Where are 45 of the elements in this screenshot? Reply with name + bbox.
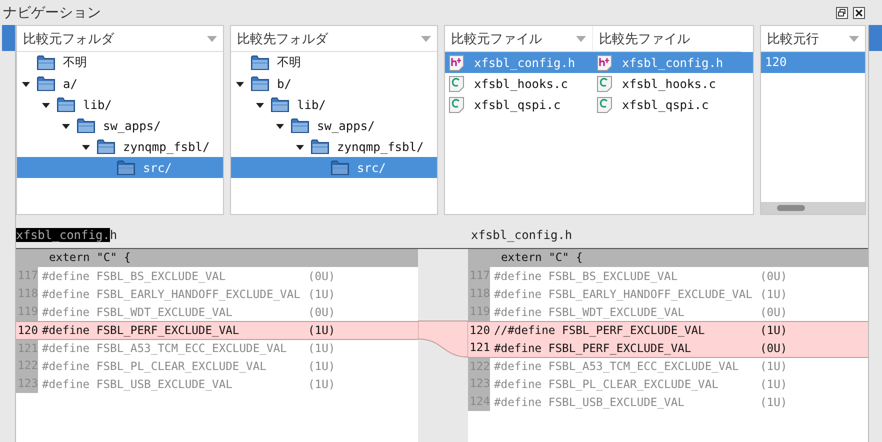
folder-icon: [311, 139, 329, 154]
file-name: xfsbl_config.h: [471, 228, 572, 242]
close-icon[interactable]: [853, 6, 865, 18]
header-file-icon: [597, 54, 612, 70]
folder-icon: [117, 160, 135, 175]
file-name: xfsbl_hooks.c: [474, 76, 568, 90]
diff-connector: [418, 320, 468, 358]
folder-icon: [291, 118, 309, 133]
column-header[interactable]: 比較元フォルダ: [17, 26, 223, 52]
c-file-icon: [597, 96, 612, 112]
folder-icon: [331, 160, 349, 175]
folder-icon: [37, 55, 55, 70]
c-file-icon: [597, 76, 612, 92]
restore-icon[interactable]: [836, 6, 848, 18]
folder-icon: [251, 55, 269, 70]
tree-item[interactable]: 不明: [17, 52, 223, 73]
column-header[interactable]: 比較先フォルダ: [231, 26, 437, 52]
horizontal-scrollbar[interactable]: [761, 202, 865, 214]
tree-item[interactable]: lib/: [17, 94, 223, 115]
tree-item[interactable]: zynqmp_fsbl/: [17, 136, 223, 157]
file-name: xfsbl_qspi.c: [622, 98, 709, 112]
header-file-icon: [449, 54, 464, 70]
tree-item[interactable]: sw_apps/: [17, 115, 223, 136]
file-name: xfsbl_config.h: [474, 56, 576, 70]
folder-icon: [57, 97, 75, 112]
folder-icon: [37, 76, 55, 91]
folder-icon: [271, 97, 289, 112]
file-row[interactable]: xfsbl_qspi.c xfsbl_qspi.c: [445, 94, 753, 115]
tree-item[interactable]: b/: [231, 73, 437, 94]
tree-item[interactable]: zynqmp_fsbl/: [231, 136, 437, 157]
file-name: xfsbl_config.h: [622, 56, 724, 70]
window-title: ナビゲーション: [3, 4, 102, 22]
c-file-icon: [449, 76, 464, 92]
tree-item[interactable]: 不明: [231, 52, 437, 73]
tree-item[interactable]: sw_apps/: [231, 115, 437, 136]
file-name: xfsbl_hooks.c: [622, 76, 716, 90]
tree-item[interactable]: lib/: [231, 94, 437, 115]
folder-icon: [97, 139, 115, 154]
folder-icon: [251, 76, 269, 91]
c-file-icon: [449, 96, 464, 112]
file-row[interactable]: xfsbl_hooks.c xfsbl_hooks.c: [445, 73, 753, 94]
folder-icon: [77, 118, 95, 133]
file-name: xfsbl_qspi.c: [474, 98, 561, 112]
tree-item[interactable]: a/: [17, 73, 223, 94]
file-name: xfsbl_config.h: [16, 228, 118, 242]
